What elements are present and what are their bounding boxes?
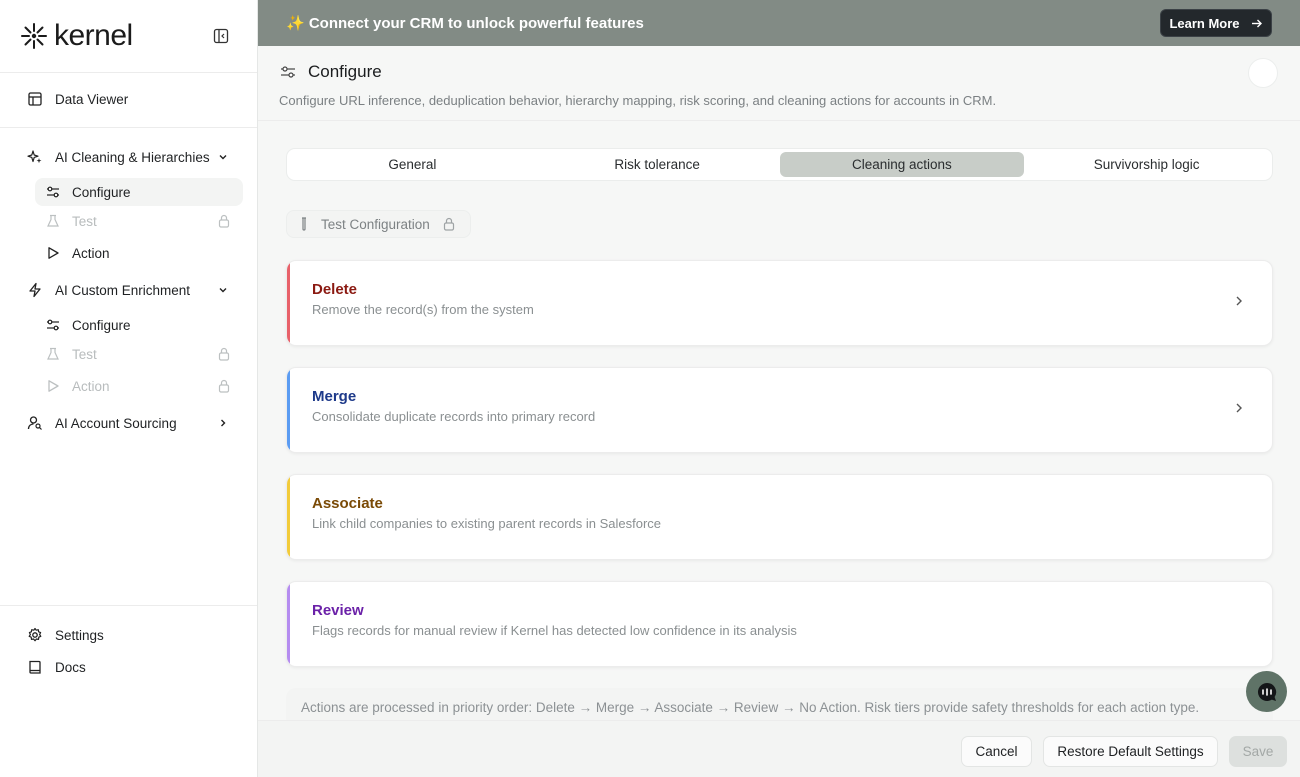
user-search-icon	[27, 416, 42, 430]
nav-cleaning-configure-label: Configure	[72, 184, 131, 200]
action-title: Delete	[312, 281, 358, 298]
merge-accent-bar	[287, 368, 290, 452]
sliders-icon	[47, 186, 59, 198]
play-icon	[48, 247, 59, 259]
lock-icon	[218, 379, 230, 393]
nav-cleaning-test: Test	[35, 207, 243, 235]
sparkles-icon	[27, 150, 42, 164]
action-card-delete[interactable]: Delete Remove the record(s) from the sys…	[286, 260, 1273, 346]
nav-enrichment-configure[interactable]: Configure	[35, 311, 243, 339]
action-description: Remove the record(s) from the system	[312, 302, 534, 317]
table-icon	[28, 92, 42, 106]
sidebar-divider	[0, 605, 257, 606]
nav-enrichment-test: Test	[35, 340, 243, 368]
lock-icon	[443, 217, 454, 231]
review-accent-bar	[287, 582, 290, 666]
learn-more-button[interactable]: Learn More	[1160, 9, 1272, 37]
restore-defaults-button[interactable]: Restore Default Settings	[1043, 736, 1218, 767]
sliders-icon	[281, 66, 295, 78]
page-title: Configure	[308, 62, 382, 81]
chat-bubble-icon	[1257, 682, 1276, 701]
action-description: Consolidate duplicate records into prima…	[312, 409, 596, 424]
nav-data-viewer[interactable]: Data Viewer	[27, 91, 128, 107]
nav-ai-account-sourcing-label: AI Account Sourcing	[55, 415, 177, 431]
kernel-logo-icon	[21, 23, 47, 49]
chat-launcher-button[interactable]	[1246, 671, 1287, 712]
action-description: Flags records for manual review if Kerne…	[312, 623, 797, 638]
nav-enrichment-action-label: Action	[72, 378, 110, 394]
lock-icon	[218, 214, 230, 228]
nav-cleaning-action[interactable]: Action	[35, 239, 243, 267]
play-icon	[48, 380, 59, 392]
banner-text: ✨ Connect your CRM to unlock powerful fe…	[286, 15, 644, 32]
chevron-right-icon	[1236, 403, 1242, 413]
lightning-icon	[29, 282, 41, 298]
arrow-right-icon	[1251, 19, 1262, 27]
action-card-associate[interactable]: Associate Link child companies to existi…	[286, 474, 1273, 560]
logo-row: kernel	[0, 0, 257, 73]
sidebar-toggle-icon[interactable]	[213, 28, 229, 44]
chevron-down-icon	[219, 155, 227, 160]
delete-accent-bar	[287, 261, 290, 345]
page-subtitle: Configure URL inference, deduplication b…	[279, 93, 997, 108]
nav-data-viewer-label: Data Viewer	[55, 91, 129, 107]
header-round-button[interactable]	[1248, 58, 1278, 88]
nav-cleaning-test-label: Test	[72, 213, 97, 229]
header-divider	[258, 120, 1300, 121]
chevron-right-icon	[221, 419, 226, 427]
sliders-icon	[47, 319, 59, 331]
action-title: Associate	[312, 495, 383, 512]
nav-docs[interactable]: Docs	[27, 659, 86, 675]
nav-cleaning-action-label: Action	[72, 245, 110, 261]
nav-enrichment-configure-label: Configure	[72, 317, 131, 333]
nav-enrichment-test-label: Test	[72, 346, 97, 362]
nav-docs-label: Docs	[55, 659, 86, 675]
tab-cleaning-actions[interactable]: Cleaning actions	[779, 152, 1025, 177]
brand-name: kernel	[54, 19, 133, 52]
action-description: Link child companies to existing parent …	[312, 516, 662, 531]
kernel-logo[interactable]: kernel	[20, 19, 133, 53]
tab-bar: General Risk tolerance Cleaning actions …	[286, 148, 1273, 181]
nav-ai-custom-enrichment[interactable]: AI Custom Enrichment	[27, 282, 237, 298]
action-title: Review	[312, 602, 364, 619]
tab-risk-tolerance[interactable]: Risk tolerance	[535, 152, 780, 177]
gear-icon	[28, 627, 42, 642]
cancel-button[interactable]: Cancel	[961, 736, 1032, 767]
nav-ai-cleaning[interactable]: AI Cleaning & Hierarchies	[27, 149, 237, 165]
action-card-review[interactable]: Review Flags records for manual review i…	[286, 581, 1273, 667]
tab-general[interactable]: General	[290, 152, 535, 177]
flask-icon	[47, 347, 59, 360]
nav-ai-account-sourcing[interactable]: AI Account Sourcing	[27, 415, 237, 431]
chevron-down-icon	[219, 288, 227, 293]
associate-accent-bar	[287, 475, 290, 559]
action-card-merge[interactable]: Merge Consolidate duplicate records into…	[286, 367, 1273, 453]
nav-settings-label: Settings	[55, 627, 104, 643]
book-icon	[29, 660, 41, 674]
test-configuration-label: Test Configuration	[321, 216, 430, 232]
tab-survivorship-logic[interactable]: Survivorship logic	[1024, 152, 1269, 177]
nav-ai-custom-enrichment-label: AI Custom Enrichment	[55, 282, 191, 298]
sidebar: kernel Data Viewer AI Cleaning & Hierarc…	[0, 0, 258, 777]
nav-ai-cleaning-label: AI Cleaning & Hierarchies	[55, 149, 210, 165]
learn-more-label: Learn More	[1169, 15, 1240, 31]
save-button[interactable]: Save	[1229, 736, 1287, 767]
action-title: Merge	[312, 388, 357, 405]
flask-icon	[47, 214, 59, 227]
sidebar-divider	[0, 127, 257, 128]
test-tube-icon	[302, 217, 306, 231]
nav-cleaning-configure[interactable]: Configure	[35, 178, 243, 206]
nav-settings[interactable]: Settings	[27, 627, 104, 643]
lock-icon	[218, 347, 230, 361]
nav-enrichment-action: Action	[35, 372, 243, 400]
chevron-right-icon	[1236, 296, 1242, 306]
crm-banner: ✨ Connect your CRM to unlock powerful fe…	[258, 0, 1300, 46]
test-configuration-button[interactable]: Test Configuration	[286, 210, 471, 238]
